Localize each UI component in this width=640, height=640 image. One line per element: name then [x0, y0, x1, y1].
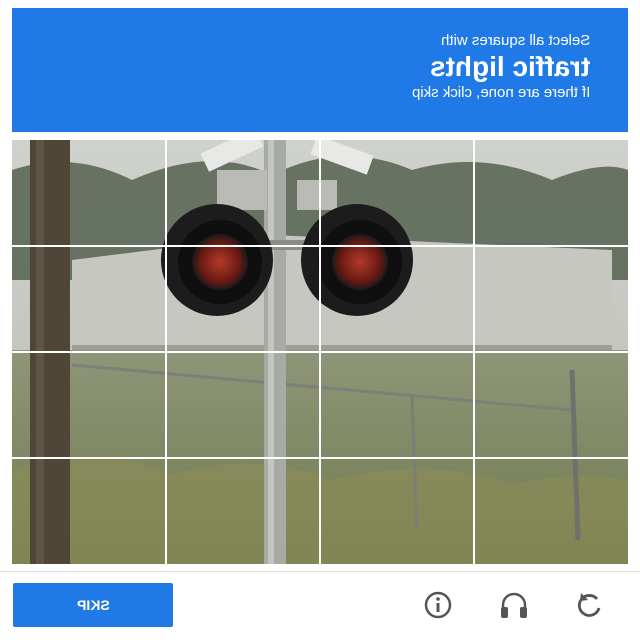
skip-hint-text-inner: If there are none, click skip [411, 84, 590, 101]
challenge-header: Select all squares with traffic lights I… [12, 8, 628, 132]
grid-line-group [12, 140, 628, 564]
audio-challenge-button[interactable] [494, 585, 534, 625]
instruction-text-inner: Select all squares with [440, 32, 590, 49]
info-icon [424, 591, 452, 619]
grid-lines [12, 140, 628, 564]
skip-button[interactable]: SKIP [13, 583, 173, 627]
reload-icon [577, 593, 601, 617]
footer-divider [0, 571, 640, 572]
headphones-icon [501, 592, 527, 618]
instruction-text: Select all squares with [441, 32, 590, 50]
skip-hint-text: If there are none, click skip [412, 84, 590, 102]
target-object-text: traffic lights [430, 50, 590, 84]
info-button[interactable] [418, 585, 458, 625]
skip-button-label: SKIP [76, 597, 110, 613]
reload-button[interactable] [570, 585, 610, 625]
target-object-text-inner: traffic lights [429, 51, 590, 82]
